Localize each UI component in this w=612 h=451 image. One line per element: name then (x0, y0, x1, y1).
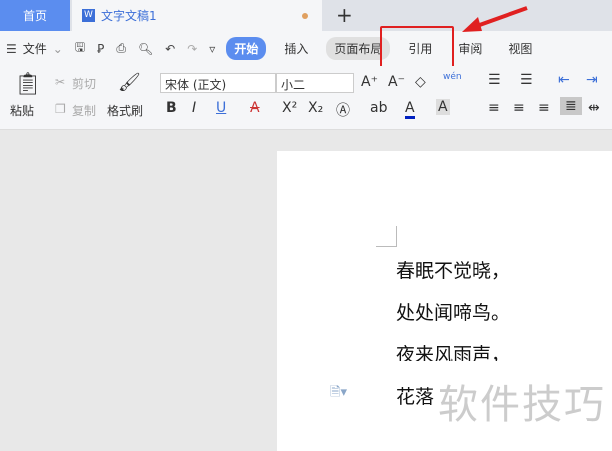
format-painter-button[interactable]: 格式刷 (107, 102, 143, 119)
shrink-font-icon[interactable]: A⁻ (388, 74, 405, 90)
grow-font-icon[interactable]: A⁺ (361, 74, 378, 90)
new-tab-button[interactable]: + (336, 3, 353, 27)
font-color-button[interactable]: A (405, 100, 415, 119)
red-arrow-icon (462, 6, 528, 32)
cut-button[interactable]: 剪切 (72, 75, 96, 92)
file-menu[interactable]: 文件 (23, 40, 47, 57)
strikethrough-button[interactable]: A (250, 100, 260, 116)
redo-icon[interactable]: ↷ (187, 42, 197, 56)
align-right-icon[interactable]: ≡ (538, 100, 550, 116)
chevron-down-icon[interactable]: ⌄ (53, 42, 63, 56)
clear-format-icon[interactable]: ◇ (415, 74, 426, 90)
wps-writer-icon: W (82, 9, 95, 22)
bullet-list-icon[interactable]: ☰ (488, 72, 501, 88)
export-pdf-icon[interactable]: Ꝑ (97, 42, 104, 56)
phonetic-guide-icon[interactable]: wén (443, 72, 462, 82)
align-center-icon[interactable]: ≡ (513, 100, 525, 116)
menu-toolbar: ☰ 文件 ⌄ 🖫 Ꝑ ⎙ 🔍︎ ↶ ↷ ▿ 开始 插入 页面布局 引用 审阅 视… (0, 31, 612, 66)
save-icon[interactable]: 🖫 (75, 38, 85, 59)
highlight-box (380, 26, 454, 69)
tab-view[interactable]: 视图 (500, 37, 540, 60)
copy-icon[interactable]: ❐ (55, 102, 66, 116)
increase-indent-icon[interactable]: ⇥ (586, 72, 598, 88)
watermark: 软件技巧 (434, 372, 610, 430)
font-size-select[interactable]: 小二 (276, 73, 354, 93)
align-left-icon[interactable]: ≡ (488, 100, 500, 116)
unsaved-dot-icon (302, 13, 308, 19)
char-shading-button[interactable]: A (436, 99, 450, 115)
poem-line: 处处闻啼鸟。 (396, 302, 511, 324)
tab-document-label: 文字文稿1 (101, 9, 157, 23)
more-icon[interactable]: ▿ (209, 42, 215, 56)
copy-button[interactable]: 复制 (72, 102, 96, 119)
italic-button[interactable]: I (192, 100, 196, 116)
poem-line: 夜来风雨声， (396, 344, 511, 361)
undo-icon[interactable]: ↶ (165, 42, 175, 56)
margin-corner-mark (376, 226, 397, 247)
numbered-list-icon[interactable]: ☰ (520, 72, 533, 88)
text-effect-icon[interactable]: Ⓐ (336, 100, 350, 120)
decrease-indent-icon[interactable]: ⇤ (558, 72, 570, 88)
poem-line: 春眠不觉晓， (396, 260, 511, 282)
distributed-icon[interactable]: ⇹ (588, 100, 600, 116)
paragraph-layout-icon[interactable]: 🗎▾ (330, 383, 347, 405)
font-family-select[interactable]: 宋体 (正文) (160, 73, 276, 93)
tab-document[interactable]: W 文字文稿1 (72, 0, 322, 31)
tab-insert[interactable]: 插入 (276, 37, 316, 60)
underline-button[interactable]: U (216, 100, 226, 116)
paste-button[interactable]: 粘贴 (10, 102, 34, 119)
tab-home[interactable]: 首页 (0, 0, 70, 31)
tab-start[interactable]: 开始 (226, 37, 267, 60)
hamburger-icon[interactable]: ☰ (6, 42, 17, 56)
paste-icon[interactable]: 📋︎ (14, 72, 42, 97)
ribbon: 📋︎ 粘贴 ✂ 剪切 ❐ 复制 🖌︎ 格式刷 宋体 (正文) 小二 A⁺ A⁻ … (0, 66, 612, 130)
justify-icon[interactable]: ≣ (560, 97, 582, 115)
superscript-button[interactable]: X² (282, 100, 297, 116)
print-preview-icon[interactable]: 🔍︎ (138, 42, 153, 56)
tab-review[interactable]: 审阅 (450, 37, 490, 60)
subscript-button[interactable]: X₂ (308, 100, 323, 116)
cut-icon[interactable]: ✂ (55, 75, 65, 89)
format-painter-icon[interactable]: 🖌︎ (118, 72, 141, 93)
print-icon[interactable]: ⎙ (116, 41, 126, 56)
bold-button[interactable]: B (166, 100, 177, 116)
highlight-icon[interactable]: ab (370, 100, 387, 116)
